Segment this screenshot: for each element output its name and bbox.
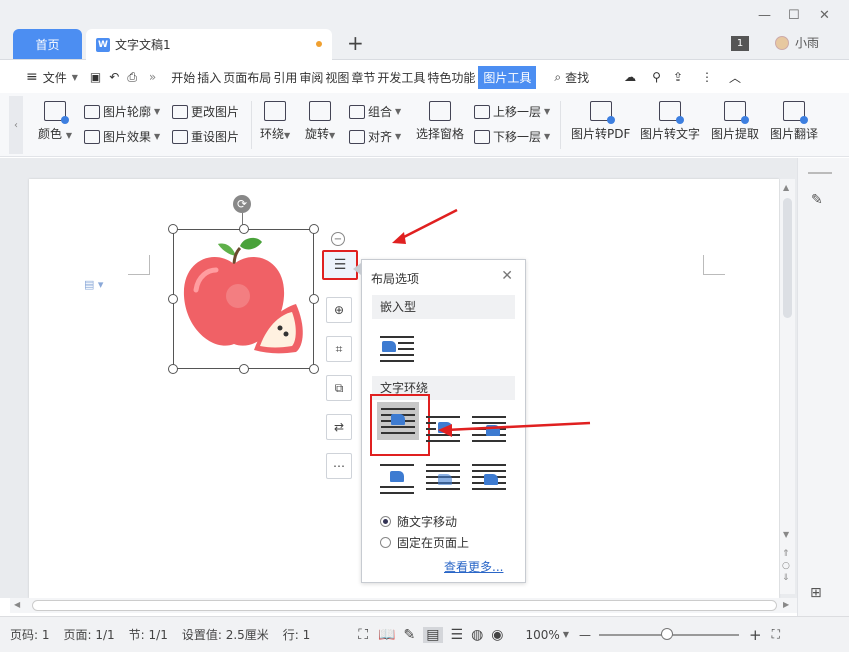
edit-mode-icon[interactable]: ✎ (404, 627, 416, 643)
fit-window-icon[interactable]: ⛶ (772, 627, 780, 642)
arrow-head-2 (438, 424, 452, 437)
status-page-number: 页码: 1 (10, 628, 50, 642)
status-setting: 设置值: 2.5厘米 (181, 628, 269, 642)
zoom-dropdown-icon[interactable]: ▼ (563, 630, 569, 639)
read-mode-icon[interactable]: 📖 (378, 627, 395, 643)
zoom-slider[interactable] (598, 627, 739, 640)
arrow-to-layout-button (397, 208, 458, 242)
arrow-head-1 (392, 232, 406, 244)
zoom-out-button[interactable]: — (579, 628, 591, 642)
annotation-arrows (392, 208, 591, 437)
status-bar: 页码: 1 页面: 1/1 节: 1/1 设置值: 2.5厘米 行: 1 ⛶ 📖… (0, 616, 849, 652)
outline-view-icon[interactable]: ☰ (451, 627, 464, 643)
status-section: 节: 1/1 (128, 628, 168, 642)
zoom-slider-thumb[interactable] (660, 627, 673, 640)
eye-protect-icon[interactable]: ◉ (491, 627, 503, 643)
status-row: 行: 1 (282, 628, 311, 642)
fullscreen-icon[interactable]: ⛶ (358, 627, 368, 643)
page-view-icon[interactable]: ▤ (423, 626, 443, 643)
zoom-level[interactable]: 100% (526, 628, 560, 642)
arrow-to-wrap-option (445, 421, 591, 432)
web-view-icon[interactable]: ◍ (471, 627, 483, 643)
zoom-in-button[interactable]: + (749, 626, 762, 644)
status-pages[interactable]: 页面: 1/1 (64, 626, 115, 643)
